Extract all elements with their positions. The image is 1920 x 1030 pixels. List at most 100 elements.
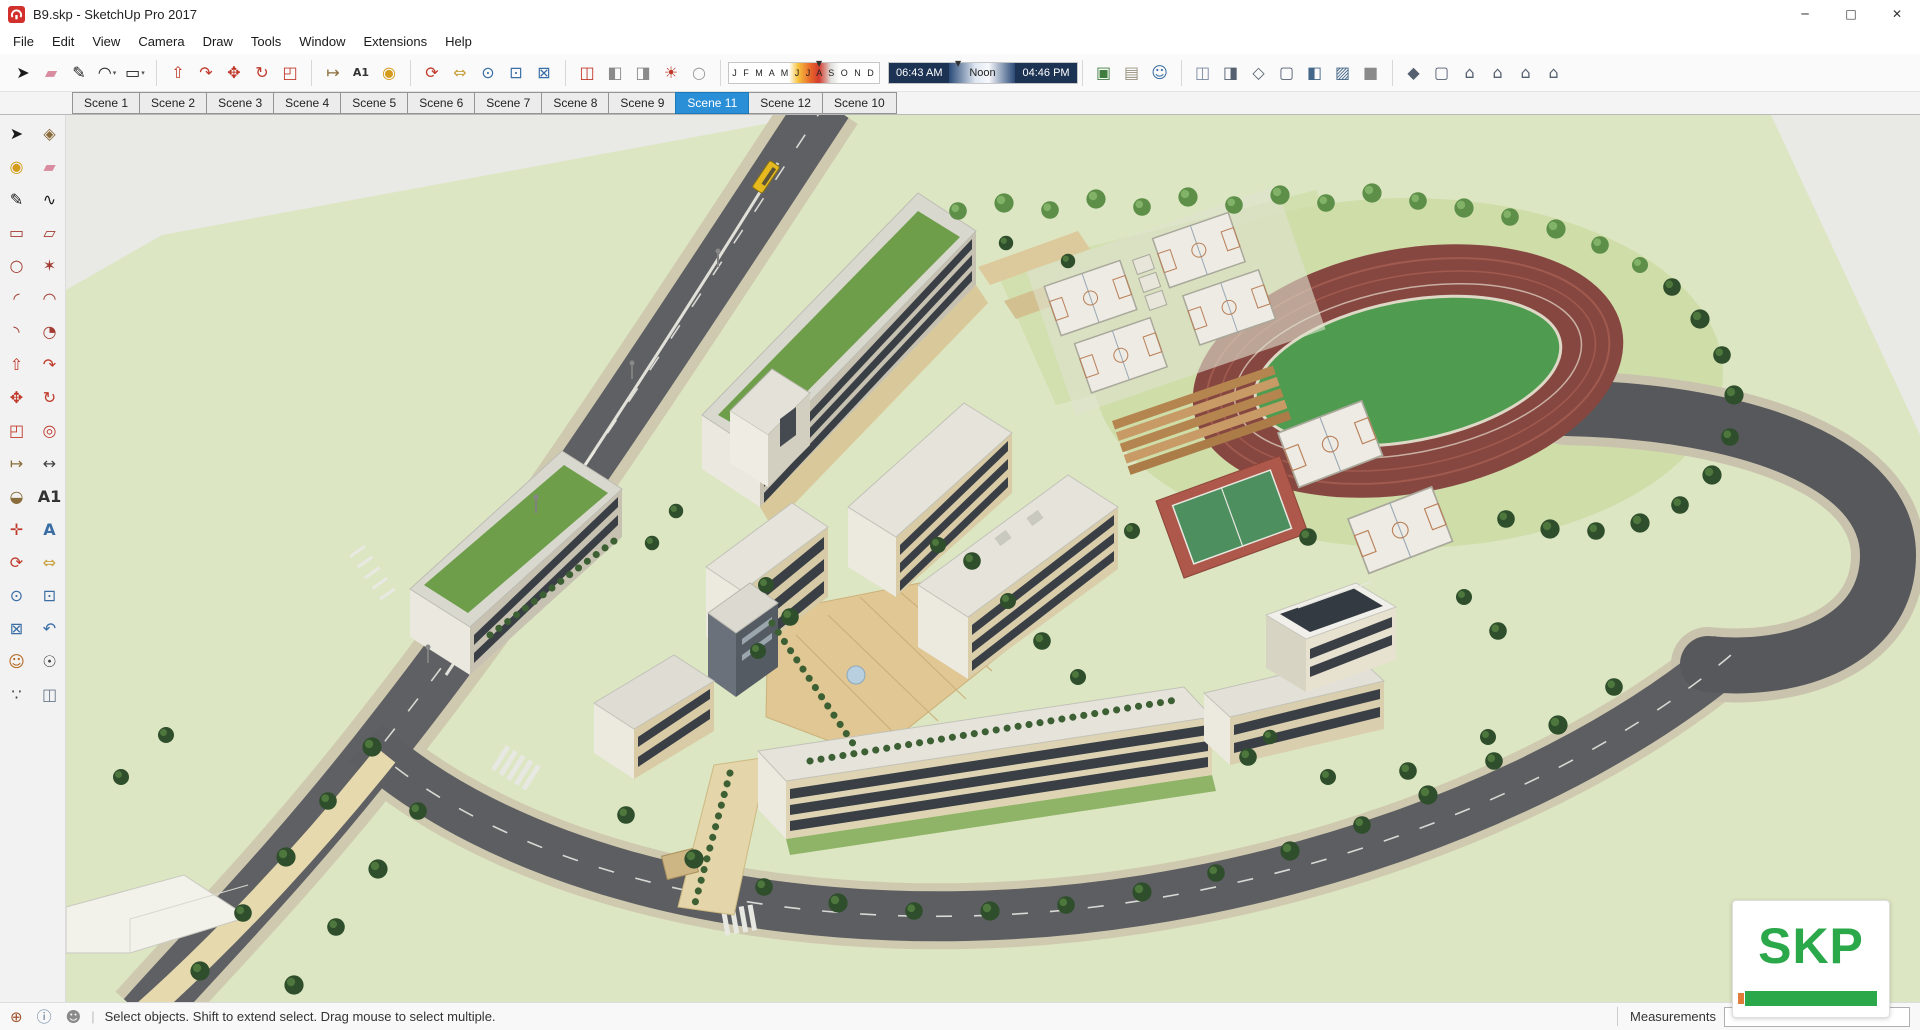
two-point-arc-tool[interactable]: ◠ <box>33 282 66 315</box>
section-display-toggle[interactable]: ◧ <box>601 59 629 87</box>
orbit-tool[interactable]: ⟳ <box>418 59 446 87</box>
move-tool[interactable]: ✥ <box>220 59 248 87</box>
scene-tab-1[interactable]: Scene 1 <box>72 92 141 114</box>
view-right[interactable]: ⌂ <box>1484 59 1512 87</box>
follow-me-tool[interactable]: ↷ <box>192 59 220 87</box>
pan-tool[interactable]: ⇔ <box>33 546 66 579</box>
protractor-tool[interactable]: ◒ <box>0 480 33 513</box>
section-cut-toggle[interactable]: ◨ <box>629 59 657 87</box>
eraser-tool[interactable]: ▰ <box>33 150 66 183</box>
menu-camera[interactable]: Camera <box>129 30 193 53</box>
zoom-extents-tool[interactable]: ⊠ <box>0 612 33 645</box>
add-location-button[interactable]: ▣ <box>1090 59 1118 87</box>
shadow-date-slider[interactable]: ▼ <box>816 59 822 68</box>
pie-tool[interactable]: ◔ <box>33 315 66 348</box>
push-pull-tool[interactable]: ⇧ <box>0 348 33 381</box>
geolocation-icon[interactable]: ⊕ <box>10 1008 23 1026</box>
scene-tab-6[interactable]: Scene 6 <box>407 92 476 114</box>
scene-tab-8[interactable]: Scene 8 <box>541 92 610 114</box>
scene-tab-2[interactable]: Scene 2 <box>139 92 208 114</box>
scene-tab-10[interactable]: Scene 10 <box>821 92 897 114</box>
scene-tab-4[interactable]: Scene 4 <box>273 92 342 114</box>
menu-file[interactable]: File <box>4 30 43 53</box>
line-tool[interactable]: ✎ <box>65 59 93 87</box>
pan-tool[interactable]: ⇔ <box>446 59 474 87</box>
model-viewport[interactable] <box>66 115 1920 1002</box>
shapes-tool[interactable]: ▭ ▾ <box>121 59 149 87</box>
push-pull-tool[interactable]: ⇧ <box>164 59 192 87</box>
offset-tool[interactable]: ◎ <box>33 414 66 447</box>
make-component-tool[interactable]: ◈ <box>33 117 66 150</box>
arc-tool[interactable]: ◠ ▾ <box>93 59 121 87</box>
text-tool[interactable]: A1 <box>33 480 66 513</box>
zoom-window-tool[interactable]: ⊡ <box>502 59 530 87</box>
minimize-button[interactable]: ─ <box>1782 0 1828 28</box>
style-wireframe[interactable]: ◇ <box>1245 59 1273 87</box>
scene-tab-3[interactable]: Scene 3 <box>206 92 275 114</box>
style-xray[interactable]: ◫ <box>1189 59 1217 87</box>
scene-tab-12[interactable]: Scene 12 <box>748 92 823 114</box>
rotate-tool[interactable]: ↻ <box>33 381 66 414</box>
orbit-tool[interactable]: ⟳ <box>0 546 33 579</box>
follow-me-tool[interactable]: ↷ <box>33 348 66 381</box>
scale-tool[interactable]: ◰ <box>276 59 304 87</box>
eraser-tool[interactable]: ▰ <box>37 59 65 87</box>
zoom-extents-tool[interactable]: ⊠ <box>530 59 558 87</box>
scene-tab-7[interactable]: Scene 7 <box>474 92 543 114</box>
rotate-tool[interactable]: ↻ <box>248 59 276 87</box>
three-d-text-tool[interactable]: A <box>33 513 66 546</box>
close-button[interactable]: ✕ <box>1874 0 1920 28</box>
three-point-arc-tool[interactable]: ◝ <box>0 315 33 348</box>
position-camera-tool[interactable]: ☺ <box>0 645 33 678</box>
freehand-tool[interactable]: ∿ <box>33 183 66 216</box>
section-plane-tool[interactable]: ◫ <box>573 59 601 87</box>
fog-toggle[interactable]: ○ <box>685 59 713 87</box>
circle-tool[interactable]: ○ <box>0 249 33 282</box>
toggle-terrain-button[interactable]: ▤ <box>1118 59 1146 87</box>
style-shaded[interactable]: ◧ <box>1301 59 1329 87</box>
view-back[interactable]: ⌂ <box>1512 59 1540 87</box>
shadow-time-strip[interactable]: 06:43 AM Noon 04:46 PM ▼ <box>888 59 1078 84</box>
menu-tools[interactable]: Tools <box>242 30 290 53</box>
shadows-toggle[interactable]: ☀ <box>657 59 685 87</box>
axes-tool[interactable]: ✛ <box>0 513 33 546</box>
scene-tab-9[interactable]: Scene 9 <box>608 92 677 114</box>
menu-draw[interactable]: Draw <box>194 30 242 53</box>
maximize-button[interactable]: □ <box>1828 0 1874 28</box>
zoom-window-tool[interactable]: ⊡ <box>33 579 66 612</box>
paint-bucket-tool[interactable]: ◉ <box>0 150 33 183</box>
tape-measure-tool[interactable]: ↦ <box>0 447 33 480</box>
menu-help[interactable]: Help <box>436 30 481 53</box>
view-front[interactable]: ⌂ <box>1456 59 1484 87</box>
credits-icon[interactable]: ⓘ <box>37 1008 52 1026</box>
style-back-edges[interactable]: ◨ <box>1217 59 1245 87</box>
move-tool[interactable]: ✥ <box>0 381 33 414</box>
view-iso[interactable]: ◆ <box>1400 59 1428 87</box>
menu-edit[interactable]: Edit <box>43 30 83 53</box>
dimension-tool[interactable]: ↔ <box>33 447 66 480</box>
line-tool[interactable]: ✎ <box>0 183 33 216</box>
menu-extensions[interactable]: Extensions <box>355 30 437 53</box>
look-around-tool[interactable]: ☉ <box>33 645 66 678</box>
view-top[interactable]: ▢ <box>1428 59 1456 87</box>
photo-textures-button[interactable]: ☺ <box>1146 59 1174 87</box>
scene-tab-5[interactable]: Scene 5 <box>340 92 409 114</box>
view-left[interactable]: ⌂ <box>1540 59 1568 87</box>
scene-tab-11[interactable]: Scene 11 <box>675 92 750 114</box>
walk-tool[interactable]: ∵ <box>0 678 33 711</box>
rectangle-tool[interactable]: ▭ <box>0 216 33 249</box>
menu-view[interactable]: View <box>83 30 129 53</box>
sign-in-icon[interactable]: ☻ <box>66 1008 82 1026</box>
zoom-previous-tool[interactable]: ↶ <box>33 612 66 645</box>
text-tool[interactable]: A1 <box>347 59 375 87</box>
rotated-rectangle-tool[interactable]: ▱ <box>33 216 66 249</box>
polygon-tool[interactable]: ✶ <box>33 249 66 282</box>
style-shaded-textures[interactable]: ▨ <box>1329 59 1357 87</box>
shadow-time-slider[interactable]: ▼ <box>955 59 961 68</box>
shadow-month-strip[interactable]: J F M A M J J A S O N D ▼ <box>728 59 880 84</box>
tape-measure-tool[interactable]: ↦ <box>319 59 347 87</box>
section-plane-tool[interactable]: ◫ <box>33 678 66 711</box>
select-tool[interactable]: ➤ <box>0 117 33 150</box>
zoom-tool[interactable]: ⊙ <box>0 579 33 612</box>
zoom-tool[interactable]: ⊙ <box>474 59 502 87</box>
